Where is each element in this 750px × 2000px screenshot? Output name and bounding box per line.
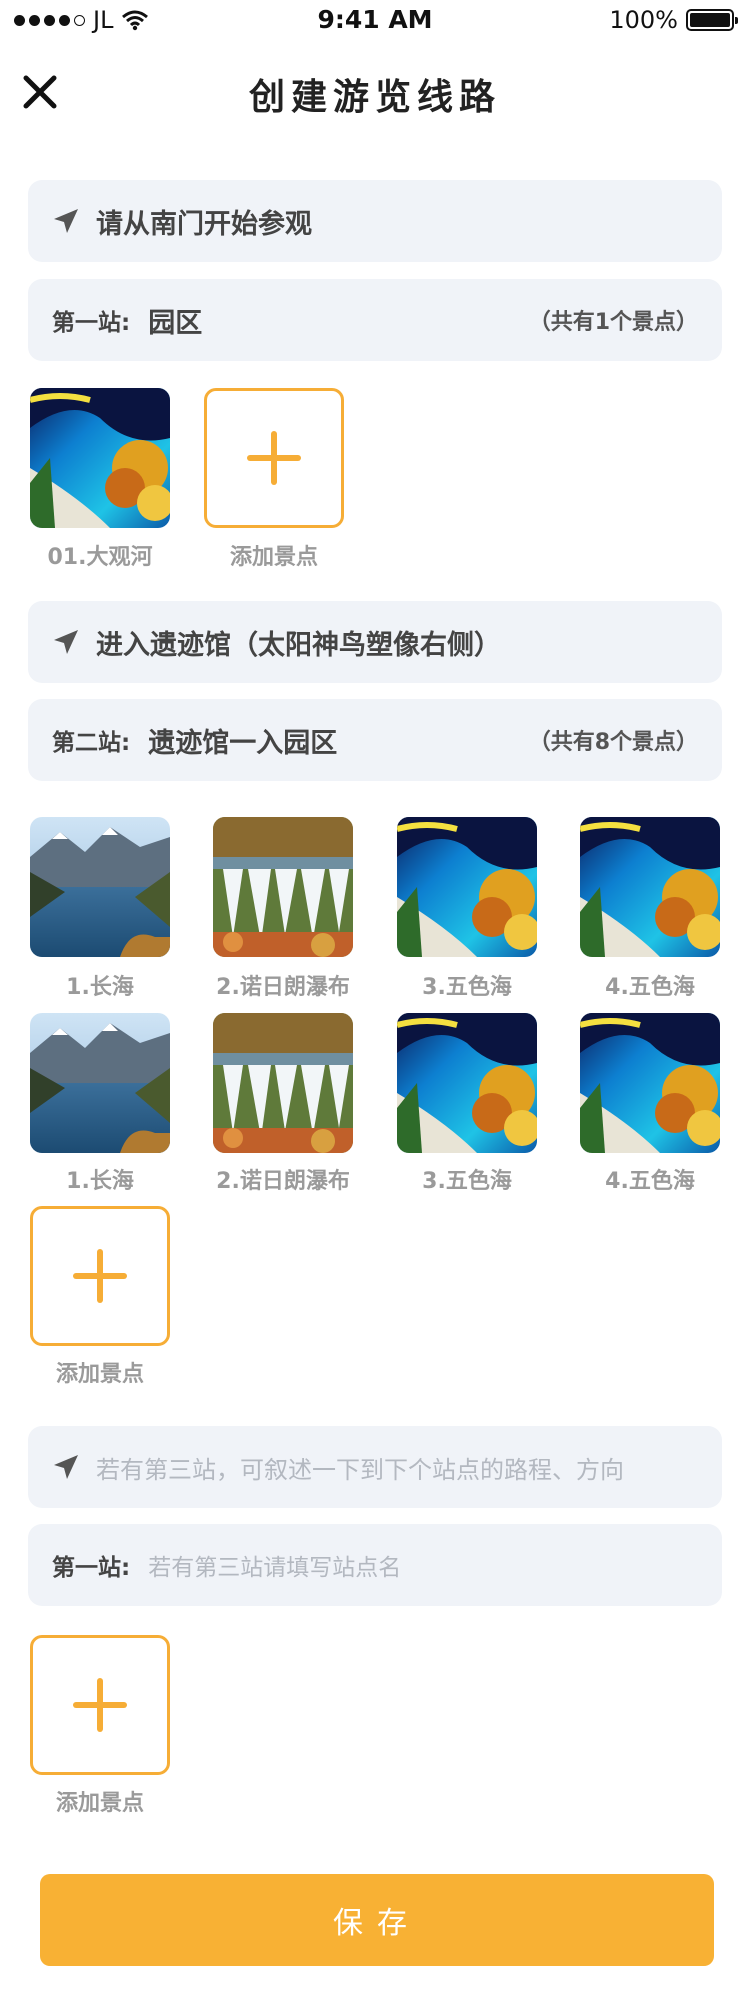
direction-text-2: 进入遗迹馆（太阳神鸟塑像右侧） [96, 629, 501, 661]
location-arrow-icon [54, 1455, 78, 1479]
station-bar-2[interactable]: 第二站: 遗迹馆一入园区 （共有8个景点） [28, 699, 722, 781]
battery-icon [686, 9, 738, 31]
station-bar-1[interactable]: 第一站: 园区 （共有1个景点） [28, 279, 722, 361]
add-spot-label-3: 添加景点 [55, 1791, 144, 1816]
plus-icon [247, 431, 301, 485]
spot-thumbnail-colorful-lake[interactable] [397, 817, 537, 957]
spot-caption: 2.诺日朗瀑布 [216, 975, 350, 1000]
plus-icon [73, 1249, 127, 1303]
direction-placeholder-3: 若有第三站，可叙述一下到下个站点的路程、方向 [96, 1455, 624, 1484]
spot-caption: 4.五色海 [605, 975, 695, 1000]
direction-bar-1[interactable]: 请从南门开始参观 [28, 180, 722, 262]
station-label-2: 第二站: [52, 730, 131, 756]
status-bar: JL 9:41 AM 100% [0, 0, 750, 40]
location-arrow-icon [54, 630, 78, 654]
station-placeholder-3: 若有第三站请填写站点名 [148, 1555, 402, 1581]
direction-bar-2[interactable]: 进入遗迹馆（太阳神鸟塑像右侧） [28, 601, 722, 683]
spot-count-1: （共有1个景点） [528, 310, 698, 335]
spot-thumbnail-colorful-lake[interactable] [580, 817, 720, 957]
direction-text-1: 请从南门开始参观 [96, 208, 312, 240]
spot-caption: 1.长海 [66, 975, 134, 1000]
spot-caption: 4.五色海 [605, 1169, 695, 1194]
spot-thumbnail-waterfall[interactable] [213, 817, 353, 957]
station-label-1: 第一站: [52, 310, 131, 336]
battery-percent: 100% [609, 6, 678, 34]
spot-thumbnail-mountain-lake[interactable] [30, 817, 170, 957]
station-name-2: 遗迹馆一入园区 [148, 727, 338, 759]
add-spot-button-3[interactable] [30, 1635, 170, 1775]
location-arrow-icon [54, 209, 78, 233]
add-spot-label-1: 添加景点 [229, 545, 318, 570]
spot-thumbnail-colorful-lake[interactable] [397, 1013, 537, 1153]
station-label-3: 第一站: [52, 1555, 131, 1581]
station-input-3[interactable]: 第一站: 若有第三站请填写站点名 [28, 1524, 722, 1606]
add-spot-button-1[interactable] [204, 388, 344, 528]
spot-thumbnail-colorful-lake[interactable] [30, 388, 170, 528]
spot-caption: 3.五色海 [422, 1169, 512, 1194]
spot-caption: 2.诺日朗瀑布 [216, 1169, 350, 1194]
save-button[interactable]: 保存 [40, 1874, 714, 1966]
station-name-1: 园区 [148, 307, 203, 339]
page-title: 创建游览线路 [248, 77, 501, 118]
add-spot-button-2[interactable] [30, 1206, 170, 1346]
spot-thumbnail-colorful-lake[interactable] [580, 1013, 720, 1153]
spot-caption: 1.长海 [66, 1169, 134, 1194]
spot-caption: 01.大观河 [47, 545, 153, 570]
plus-icon [73, 1678, 127, 1732]
status-right: 100% [609, 6, 738, 34]
spot-caption: 3.五色海 [422, 975, 512, 1000]
spot-thumbnail-waterfall[interactable] [213, 1013, 353, 1153]
direction-input-3[interactable]: 若有第三站，可叙述一下到下个站点的路程、方向 [28, 1426, 722, 1508]
add-spot-label-2: 添加景点 [55, 1362, 144, 1387]
spot-thumbnail-mountain-lake[interactable] [30, 1013, 170, 1153]
spot-count-2: （共有8个景点） [528, 730, 698, 755]
